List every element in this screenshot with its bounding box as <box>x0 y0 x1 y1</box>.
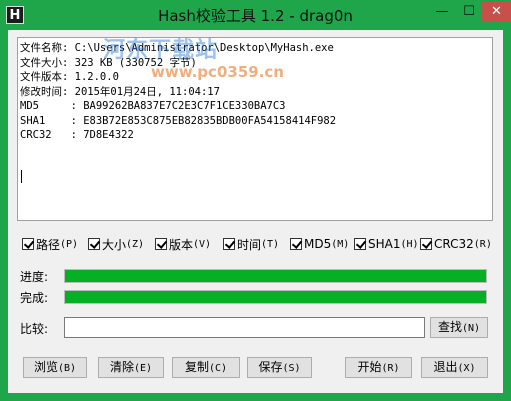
title-bar[interactable]: H Hash校验工具 1.2 - drag0n — ☐ ✕ <box>0 0 511 30</box>
compare-label: 比较: <box>20 322 49 336</box>
complete-bar-fill <box>65 291 486 303</box>
complete-bar <box>64 290 487 304</box>
hash-output-textarea[interactable]: 文件名称: C:\Users\Administrator\Desktop\MyH… <box>17 37 493 221</box>
clear-button[interactable]: 清除(E) <box>98 357 164 378</box>
maximize-button[interactable]: ☐ <box>456 1 482 22</box>
copy-button[interactable]: 复制(C) <box>172 357 240 378</box>
checkbox-path[interactable]: 路径 (P) <box>22 236 78 252</box>
output-line-modified: 修改时间: 2015年01月24日, 11:04:17 <box>20 85 220 98</box>
option-checkboxes: 路径 (P) 大小 (Z) 版本 (V) 时间 (T) MD5 (M) SHA1 (H) <box>22 236 502 254</box>
output-line-md5: MD5 : BA99262BA837E7C2E3C7F1CE330BA7C3 <box>20 100 286 112</box>
checkbox-version[interactable]: 版本 (V) <box>155 236 211 252</box>
progress-bar-fill <box>65 270 486 282</box>
progress-label: 进度: <box>20 270 49 284</box>
checkbox-checked-icon <box>354 238 366 250</box>
app-window: H Hash校验工具 1.2 - drag0n — ☐ ✕ 文件名称: C:\U… <box>0 0 511 401</box>
progress-bar <box>64 269 487 283</box>
find-button[interactable]: 查找(N) <box>430 317 488 338</box>
save-button[interactable]: 保存(S) <box>247 357 312 378</box>
close-button[interactable]: ✕ <box>482 1 511 22</box>
checkbox-checked-icon <box>420 238 432 250</box>
checkbox-crc32[interactable]: CRC32 (R) <box>420 236 492 252</box>
checkbox-md5[interactable]: MD5 (M) <box>290 236 349 252</box>
output-line-crc32: CRC32 : 7D8E4322 <box>20 129 134 141</box>
complete-label: 完成: <box>20 291 49 305</box>
checkbox-time[interactable]: 时间 (T) <box>223 236 279 252</box>
output-line-sha1: SHA1 : E83B72E853C875EB82835BDB00FA54158… <box>20 114 337 127</box>
browse-button[interactable]: 浏览(B) <box>23 357 87 378</box>
client-area: 文件名称: C:\Users\Administrator\Desktop\MyH… <box>8 30 503 393</box>
checkbox-checked-icon <box>88 238 100 250</box>
checkbox-sha1[interactable]: SHA1 (H) <box>354 236 419 252</box>
checkbox-checked-icon <box>290 238 302 250</box>
start-button[interactable]: 开始(R) <box>345 357 412 378</box>
compare-input[interactable] <box>64 317 425 338</box>
checkbox-checked-icon <box>155 238 167 250</box>
watermark-url: www.pc0359.cn <box>151 63 284 81</box>
minimize-button[interactable]: — <box>428 1 456 22</box>
checkbox-checked-icon <box>223 238 235 250</box>
checkbox-checked-icon <box>22 238 34 250</box>
output-line-filename: 文件名称: C:\Users\Administrator\Desktop\MyH… <box>20 42 334 54</box>
checkbox-size[interactable]: 大小 (Z) <box>88 236 144 252</box>
text-caret <box>21 170 22 183</box>
watermark-logo: 河东下载站 <box>103 38 219 63</box>
exit-button[interactable]: 退出(X) <box>421 357 488 378</box>
